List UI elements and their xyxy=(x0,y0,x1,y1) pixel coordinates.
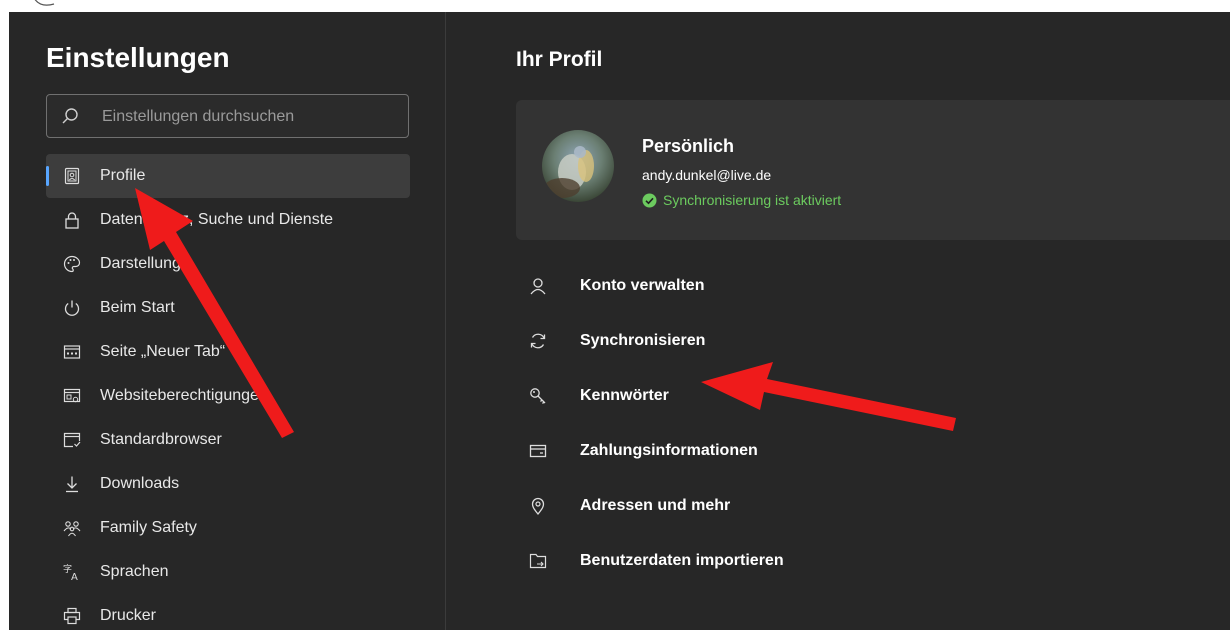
sidebar-item-languages[interactable]: 字A Sprachen xyxy=(46,550,410,594)
key-icon xyxy=(528,386,548,406)
option-label: Synchronisieren xyxy=(580,331,706,349)
sidebar-item-label: Sprachen xyxy=(100,563,169,580)
option-payment[interactable]: Zahlungsinformationen xyxy=(516,423,1216,478)
profile-page: Ihr Profil Persönlich andy.dunkel@live.d… xyxy=(446,12,1230,630)
power-icon xyxy=(62,298,82,318)
profile-email: andy.dunkel@live.de xyxy=(642,167,772,183)
palette-icon xyxy=(62,254,82,274)
search-placeholder: Einstellungen durchsuchen xyxy=(102,108,295,125)
profile-icon xyxy=(62,166,82,186)
svg-text:A: A xyxy=(71,572,78,581)
sidebar-item-label: Seite „Neuer Tab“ xyxy=(100,343,226,360)
import-icon xyxy=(528,551,548,571)
settings-window: Einstellungen Einstellungen durchsuchen … xyxy=(9,12,1230,630)
page-title: Ihr Profil xyxy=(516,48,603,71)
sidebar-item-privacy[interactable]: Datenschutz, Suche und Dienste xyxy=(46,198,410,242)
language-icon: 字A xyxy=(62,562,82,582)
sidebar-item-site-permissions[interactable]: Websiteberechtigungen xyxy=(46,374,410,418)
option-passwords[interactable]: Kennwörter xyxy=(516,368,1216,423)
printer-icon xyxy=(62,606,82,626)
profile-options: Konto verwalten Synchronisieren Kennwört… xyxy=(516,258,1216,588)
sidebar-item-appearance[interactable]: Darstellung xyxy=(46,242,410,286)
sidebar-item-printers[interactable]: Drucker xyxy=(46,594,410,638)
card-icon xyxy=(528,441,548,461)
sidebar-item-label: Downloads xyxy=(100,475,180,492)
sidebar-item-label: Beim Start xyxy=(100,299,175,316)
sidebar-item-label: Datenschutz, Suche und Dienste xyxy=(100,211,334,228)
search-icon xyxy=(62,108,78,124)
family-icon xyxy=(62,518,82,538)
option-label: Adressen und mehr xyxy=(580,496,731,514)
default-browser-icon xyxy=(62,430,82,450)
sidebar-nav: Profile Datenschutz, Suche und Dienste D… xyxy=(46,154,410,638)
option-sync[interactable]: Synchronisieren xyxy=(516,313,1216,368)
top-strip xyxy=(0,0,1230,12)
avatar[interactable] xyxy=(542,130,614,202)
option-manage-account[interactable]: Konto verwalten xyxy=(516,258,1216,313)
settings-sidebar: Einstellungen Einstellungen durchsuchen … xyxy=(9,12,446,630)
sync-status-text: Synchronisierung ist aktiviert xyxy=(663,192,842,208)
profile-card: Persönlich andy.dunkel@live.de Synchroni… xyxy=(516,100,1230,240)
option-label: Zahlungsinformationen xyxy=(580,441,758,459)
location-icon xyxy=(528,496,548,516)
sidebar-item-label: Drucker xyxy=(100,607,157,624)
option-label: Kennwörter xyxy=(580,386,669,404)
active-indicator xyxy=(46,166,49,186)
sidebar-item-label: Standardbrowser xyxy=(100,431,222,448)
site-permissions-icon xyxy=(62,386,82,406)
sidebar-item-default-browser[interactable]: Standardbrowser xyxy=(46,418,410,462)
new-tab-icon xyxy=(62,342,82,362)
option-addresses[interactable]: Adressen und mehr xyxy=(516,478,1216,533)
sync-icon xyxy=(528,331,548,351)
sync-status: Synchronisierung ist aktiviert xyxy=(642,192,841,208)
sidebar-item-new-tab[interactable]: Seite „Neuer Tab“ xyxy=(46,330,410,374)
sidebar-item-label: Websiteberechtigungen xyxy=(100,387,268,404)
sidebar-title: Einstellungen xyxy=(46,42,230,73)
check-circle-icon xyxy=(642,193,657,207)
sidebar-item-label: Family Safety xyxy=(100,519,197,536)
option-label: Benutzerdaten importieren xyxy=(580,551,784,569)
sidebar-item-label: Profile xyxy=(100,167,146,184)
sidebar-item-label: Darstellung xyxy=(100,255,181,272)
download-icon xyxy=(62,474,82,494)
sidebar-item-family-safety[interactable]: Family Safety xyxy=(46,506,410,550)
person-icon xyxy=(528,276,548,296)
sidebar-item-downloads[interactable]: Downloads xyxy=(46,462,410,506)
profile-name: Persönlich xyxy=(642,136,735,156)
settings-search-box[interactable]: Einstellungen durchsuchen xyxy=(46,94,409,138)
option-label: Konto verwalten xyxy=(580,276,705,294)
sidebar-item-startup[interactable]: Beim Start xyxy=(46,286,410,330)
corner-decoration-icon xyxy=(34,0,55,6)
sidebar-item-profile[interactable]: Profile xyxy=(46,154,410,198)
lock-icon xyxy=(62,210,82,230)
option-import[interactable]: Benutzerdaten importieren xyxy=(516,533,1216,588)
